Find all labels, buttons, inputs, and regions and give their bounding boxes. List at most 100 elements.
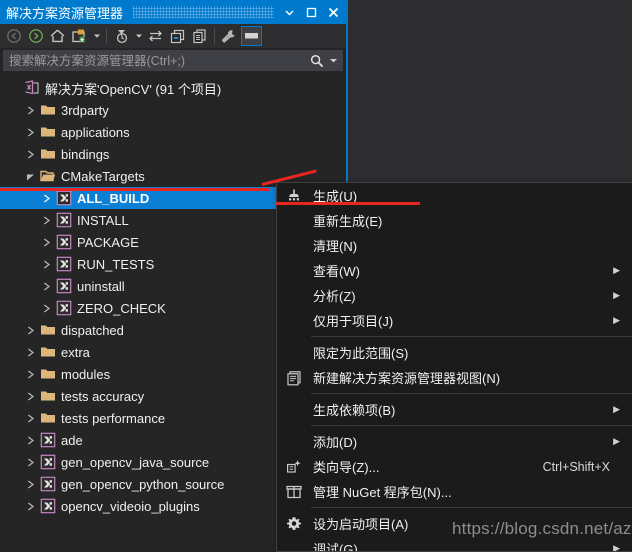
pending-changes-dropdown-button[interactable] bbox=[133, 26, 144, 46]
tree-expander-collapsed[interactable] bbox=[38, 187, 54, 209]
project-icon bbox=[56, 300, 72, 316]
tree-item-opencv91[interactable]: 解决方案'OpenCV' (91 个项目) bbox=[0, 77, 344, 99]
menu-item-8[interactable]: 新建解决方案资源管理器视图(N) bbox=[277, 365, 632, 390]
project-context-menu[interactable]: 生成(U) 重新生成(E) 清理(N) 查看(W) ▶ 分析(Z) ▶ 仅用于项目(J) ▶ 限定… bbox=[276, 182, 632, 552]
tree-item-label: ZERO_CHECK bbox=[77, 300, 166, 316]
panel-title: 解决方案资源管理器 bbox=[6, 5, 124, 21]
tree-expander-collapsed[interactable] bbox=[22, 429, 38, 451]
project-icon bbox=[54, 190, 74, 206]
menu-item-12[interactable]: 添加(D) ▶ bbox=[277, 429, 632, 454]
project-icon bbox=[38, 498, 58, 514]
chevron-right-icon bbox=[27, 502, 34, 510]
gear-icon bbox=[287, 516, 301, 530]
menu-item-5[interactable]: 仅用于项目(J) ▶ bbox=[277, 308, 632, 333]
folder-open-icon bbox=[40, 170, 56, 182]
tree-item-label: CMakeTargets bbox=[61, 168, 145, 184]
menu-item-17[interactable]: 调试(G) ▶ bbox=[277, 536, 632, 551]
home-icon bbox=[50, 29, 65, 42]
tree-expander-collapsed[interactable] bbox=[38, 253, 54, 275]
tree-item-label: opencv_videoio_plugins bbox=[61, 498, 200, 514]
properties-button[interactable] bbox=[69, 26, 90, 46]
tree-expander-collapsed[interactable] bbox=[22, 121, 38, 143]
chevron-down-icon bbox=[285, 10, 293, 15]
search-input[interactable] bbox=[9, 53, 310, 68]
forward-button[interactable] bbox=[25, 26, 46, 46]
window-dropdown-button[interactable] bbox=[278, 2, 300, 22]
properties-wrench-button[interactable] bbox=[219, 26, 240, 46]
menu-item-16[interactable]: 设为启动项目(A) bbox=[277, 511, 632, 536]
menu-item-13[interactable]: 类向导(Z)... Ctrl+Shift+X bbox=[277, 454, 632, 479]
tree-item-label: uninstall bbox=[77, 278, 125, 294]
project-icon bbox=[38, 454, 58, 470]
menu-item-4[interactable]: 分析(Z) ▶ bbox=[277, 283, 632, 308]
tree-expander-collapsed[interactable] bbox=[22, 407, 38, 429]
tree-expander-expanded[interactable] bbox=[22, 165, 38, 187]
tree-item-bindings[interactable]: bindings bbox=[0, 143, 344, 165]
project-icon bbox=[56, 212, 72, 228]
folder-icon bbox=[41, 105, 55, 115]
project-icon bbox=[54, 212, 74, 228]
menu-separator bbox=[311, 425, 632, 426]
tree-item-label: 3rdparty bbox=[61, 102, 109, 118]
wrench-icon bbox=[221, 29, 235, 43]
search-dropdown-icon[interactable] bbox=[329, 56, 338, 65]
tree-item-3rdparty[interactable]: 3rdparty bbox=[0, 99, 344, 121]
submenu-arrow-icon: ▶ bbox=[613, 265, 620, 275]
menu-item-label: 查看(W) bbox=[313, 264, 360, 279]
window-close-button[interactable] bbox=[322, 2, 344, 22]
menu-item-label: 分析(Z) bbox=[313, 289, 356, 304]
chevron-right-icon bbox=[27, 128, 34, 136]
folder-open-icon bbox=[38, 168, 58, 184]
tree-expander-collapsed[interactable] bbox=[22, 451, 38, 473]
tree-expander-collapsed[interactable] bbox=[38, 297, 54, 319]
menu-item-label: 设为启动项目(A) bbox=[313, 517, 409, 532]
tree-expander-collapsed[interactable] bbox=[38, 275, 54, 297]
menu-item-label: 仅用于项目(J) bbox=[313, 314, 394, 329]
properties-dropdown-button[interactable] bbox=[91, 26, 102, 46]
solution-explorer-toolbar bbox=[0, 24, 346, 48]
menu-item-1[interactable]: 重新生成(E) bbox=[277, 208, 632, 233]
tree-expander-collapsed[interactable] bbox=[38, 209, 54, 231]
menu-item-14[interactable]: 管理 NuGet 程序包(N)... bbox=[277, 479, 632, 504]
show-all-files-button[interactable] bbox=[189, 26, 210, 46]
folder-icon bbox=[38, 410, 58, 426]
project-icon bbox=[40, 454, 56, 470]
folder-icon bbox=[38, 366, 58, 382]
tree-expander-collapsed[interactable] bbox=[22, 363, 38, 385]
menu-item-2[interactable]: 清理(N) bbox=[277, 233, 632, 258]
tree-expander-collapsed[interactable] bbox=[38, 231, 54, 253]
tree-expander-collapsed[interactable] bbox=[22, 143, 38, 165]
tree-item-label: ade bbox=[61, 432, 83, 448]
sync-with-active-document-button[interactable] bbox=[145, 26, 166, 46]
tree-expander-collapsed[interactable] bbox=[22, 495, 38, 517]
show-all-files-icon bbox=[193, 28, 206, 43]
gear-icon bbox=[277, 516, 311, 532]
tree-expander-collapsed[interactable] bbox=[22, 319, 38, 341]
tree-expander-collapsed[interactable] bbox=[22, 341, 38, 363]
project-icon bbox=[40, 476, 56, 492]
tree-expander-collapsed[interactable] bbox=[22, 473, 38, 495]
home-button[interactable] bbox=[47, 26, 68, 46]
search-box[interactable] bbox=[3, 50, 343, 71]
preview-selected-items-button[interactable] bbox=[241, 25, 262, 46]
search-container bbox=[0, 48, 346, 74]
tree-item-applications[interactable]: applications bbox=[0, 121, 344, 143]
project-icon bbox=[40, 498, 56, 514]
pending-changes-filter-button[interactable] bbox=[111, 26, 132, 46]
folder-icon bbox=[38, 322, 58, 338]
collapse-all-button[interactable] bbox=[167, 26, 188, 46]
menu-item-label: 添加(D) bbox=[313, 435, 358, 450]
menu-item-7[interactable]: 限定为此范围(S) bbox=[277, 340, 632, 365]
menu-item-3[interactable]: 查看(W) ▶ bbox=[277, 258, 632, 283]
menu-item-10[interactable]: 生成依赖项(B) ▶ bbox=[277, 397, 632, 422]
window-maximize-button[interactable] bbox=[300, 2, 322, 22]
chevron-right-icon bbox=[43, 304, 50, 312]
tree-expander-collapsed[interactable] bbox=[22, 99, 38, 121]
tree-expander-collapsed[interactable] bbox=[22, 385, 38, 407]
project-icon bbox=[54, 278, 74, 294]
back-button[interactable] bbox=[3, 26, 24, 46]
chevron-down-filled-icon bbox=[26, 174, 34, 180]
menu-item-0[interactable]: 生成(U) bbox=[277, 183, 632, 208]
folder-icon bbox=[38, 344, 58, 360]
search-icon[interactable] bbox=[310, 54, 324, 68]
